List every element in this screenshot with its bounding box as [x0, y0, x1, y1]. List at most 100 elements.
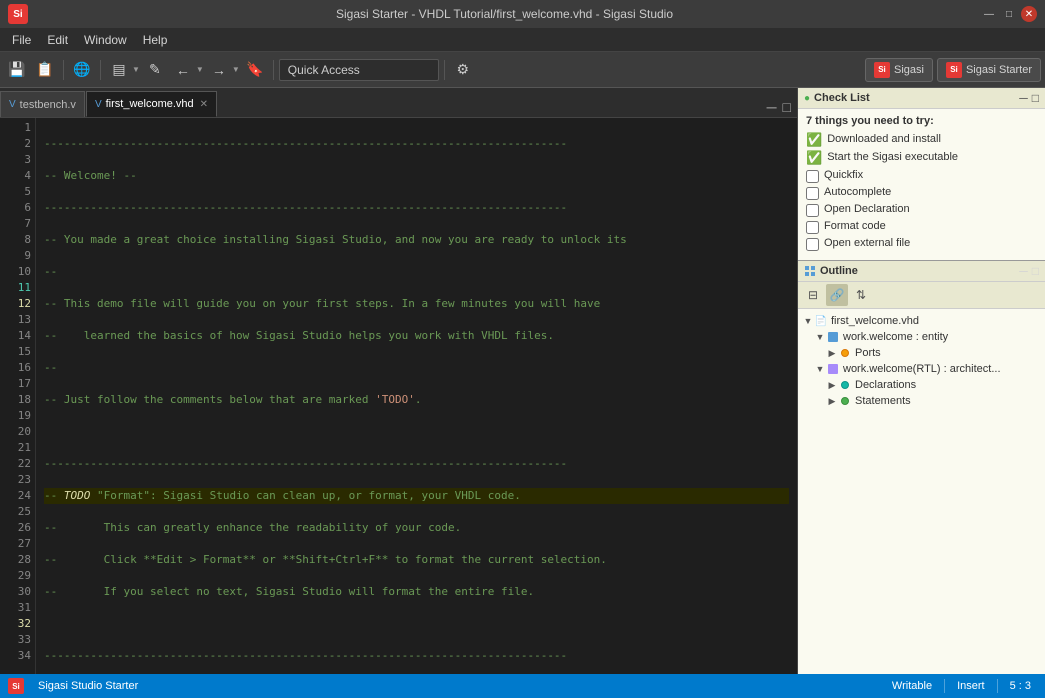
- file-icon: 📄: [814, 314, 828, 328]
- sigasi-starter-button[interactable]: Si Sigasi Starter: [937, 58, 1041, 82]
- outline-panel: Outline ─ □ ⊟ 🔗 ⇅ ▼ 📄 first_welcome.vhd: [798, 261, 1045, 674]
- checklist-item-3: Autocomplete: [806, 186, 1037, 200]
- code-editor[interactable]: 1 2 3 4 5 6 7 8 9 10 11 12 13 14 15 16 1…: [0, 118, 797, 674]
- status-position: 5 : 3: [1004, 680, 1037, 692]
- quick-access-input[interactable]: [279, 59, 439, 81]
- tab-bar: V testbench.v V first_welcome.vhd ✕ ─ □: [0, 88, 797, 118]
- outline-header: Outline ─ □: [798, 261, 1045, 282]
- checklist-item-1: ✅ Start the Sigasi executable: [806, 151, 1037, 166]
- outline-collapse-button[interactable]: ⊟: [802, 284, 824, 306]
- menu-file[interactable]: File: [4, 31, 39, 49]
- status-mode: Writable: [886, 680, 938, 692]
- outline-controls: ─ □: [1019, 264, 1039, 278]
- right-panels: ● Check List ─ □ 7 things you need to tr…: [797, 88, 1045, 674]
- minimize-button[interactable]: —: [981, 6, 997, 22]
- outline-minimize-button[interactable]: ─: [1019, 264, 1028, 278]
- checklist-panel: ● Check List ─ □ 7 things you need to tr…: [798, 88, 1045, 261]
- outline-file-node[interactable]: ▼ 📄 first_welcome.vhd: [798, 313, 1045, 329]
- toolbar-separator-1: [63, 60, 64, 80]
- outline-entity-node[interactable]: ▼ work.welcome : entity: [798, 329, 1045, 345]
- toolbar-separator-4: [444, 60, 445, 80]
- outline-toolbar: ⊟ 🔗 ⇅: [798, 282, 1045, 309]
- expand-statements[interactable]: ▶: [826, 395, 838, 407]
- toolbar: 💾 📋 🌐 ▤ ▼ ✎ ← ▼ → ▼ 🔖 ⚙ Si Sigasi Si Sig…: [0, 52, 1045, 88]
- status-insert-mode: Insert: [951, 680, 991, 692]
- line-numbers: 1 2 3 4 5 6 7 8 9 10 11 12 13 14 15 16 1…: [0, 118, 36, 674]
- checklist-item-5: Format code: [806, 220, 1037, 234]
- run-group: ▤ ▼: [106, 57, 140, 83]
- checklist-item-2: Quickfix: [806, 169, 1037, 183]
- tab-minimize-icon[interactable]: ─: [765, 97, 779, 117]
- checklist-item-0: ✅ Downloaded and install: [806, 133, 1037, 148]
- expand-file[interactable]: ▼: [802, 315, 814, 327]
- maximize-button[interactable]: □: [1001, 6, 1017, 22]
- menu-window[interactable]: Window: [76, 31, 135, 49]
- open-type-button[interactable]: 🌐: [69, 57, 95, 83]
- checklist-label-6: Open external file: [824, 237, 910, 249]
- save-all-button[interactable]: 📋: [32, 57, 58, 83]
- menu-bar: File Edit Window Help: [0, 28, 1045, 52]
- checklist-checkbox-4[interactable]: [806, 204, 819, 217]
- checklist-checkbox-5[interactable]: [806, 221, 819, 234]
- checklist-status-dot: ●: [804, 93, 810, 104]
- outline-ports-node[interactable]: ▶ Ports: [798, 345, 1045, 361]
- outline-icon: [804, 265, 816, 277]
- code-content[interactable]: ----------------------------------------…: [36, 118, 797, 674]
- nav-forward-group: → ▼: [206, 57, 240, 83]
- nav-forward-arrow[interactable]: ▼: [232, 65, 240, 74]
- expand-entity[interactable]: ▼: [814, 331, 826, 343]
- title-bar: Si Sigasi Starter - VHDL Tutorial/first_…: [0, 0, 1045, 28]
- menu-help[interactable]: Help: [135, 31, 176, 49]
- toolbar-separator-2: [100, 60, 101, 80]
- outline-file-label: first_welcome.vhd: [831, 315, 919, 327]
- checklist-checkbox-2[interactable]: [806, 170, 819, 183]
- status-bar: Si Sigasi Studio Starter Writable Insert…: [0, 674, 1045, 698]
- expand-declarations[interactable]: ▶: [826, 379, 838, 391]
- nav-back-button[interactable]: ←: [170, 57, 196, 83]
- preferences-button[interactable]: ⚙: [450, 57, 476, 83]
- checklist-label-4: Open Declaration: [824, 203, 910, 215]
- save-button[interactable]: 💾: [4, 57, 30, 83]
- edit-button[interactable]: ✎: [142, 57, 168, 83]
- close-button[interactable]: ✕: [1021, 6, 1037, 22]
- checklist-checkbox-3[interactable]: [806, 187, 819, 200]
- outline-sort-button[interactable]: ⇅: [850, 284, 872, 306]
- checklist-body: 7 things you need to try: ✅ Downloaded a…: [798, 109, 1045, 260]
- tab-maximize-icon[interactable]: □: [781, 97, 793, 117]
- expand-arch[interactable]: ▼: [814, 363, 826, 375]
- nav-forward-button[interactable]: →: [206, 57, 232, 83]
- checklist-maximize-button[interactable]: □: [1032, 91, 1039, 105]
- window-title: Sigasi Starter - VHDL Tutorial/first_wel…: [28, 7, 981, 21]
- nav-back-arrow[interactable]: ▼: [196, 65, 204, 74]
- tab-controls: ─ □: [765, 97, 797, 117]
- checklist-minimize-button[interactable]: ─: [1019, 91, 1028, 105]
- outline-arch-label: work.welcome(RTL) : architect...: [843, 363, 1001, 375]
- outline-link-editor-button[interactable]: 🔗: [826, 284, 848, 306]
- checklist-label-3: Autocomplete: [824, 186, 891, 198]
- status-right: Writable Insert 5 : 3: [886, 679, 1037, 693]
- checklist-label-5: Format code: [824, 220, 886, 232]
- outline-arch-node[interactable]: ▼ work.welcome(RTL) : architect...: [798, 361, 1045, 377]
- checklist-label-1: Start the Sigasi executable: [827, 151, 958, 163]
- expand-ports[interactable]: ▶: [826, 347, 838, 359]
- outline-maximize-button[interactable]: □: [1032, 264, 1039, 278]
- outline-entity-label: work.welcome : entity: [843, 331, 948, 343]
- checklist-controls: ─ □: [1019, 91, 1039, 105]
- checklist-checkbox-6[interactable]: [806, 238, 819, 251]
- tab-first-welcome[interactable]: V first_welcome.vhd ✕: [86, 91, 217, 117]
- sigasi-logo-2: Si: [946, 62, 962, 78]
- outline-declarations-node[interactable]: ▶ Declarations: [798, 377, 1045, 393]
- sigasi-perspective-button[interactable]: Si Sigasi: [865, 58, 933, 82]
- run-button[interactable]: ▤: [106, 57, 132, 83]
- menu-edit[interactable]: Edit: [39, 31, 76, 49]
- checklist-item-4: Open Declaration: [806, 203, 1037, 217]
- ports-icon: [838, 346, 852, 360]
- outline-statements-node[interactable]: ▶ Statements: [798, 393, 1045, 409]
- outline-ports-label: Ports: [855, 347, 881, 359]
- tab-close-first-welcome[interactable]: ✕: [200, 99, 208, 110]
- app-logo: Si: [8, 4, 28, 24]
- tab-testbench[interactable]: V testbench.v: [0, 91, 85, 117]
- run-arrow[interactable]: ▼: [132, 65, 140, 74]
- window-controls: — □ ✕: [981, 6, 1037, 22]
- bookmark-button[interactable]: 🔖: [242, 57, 268, 83]
